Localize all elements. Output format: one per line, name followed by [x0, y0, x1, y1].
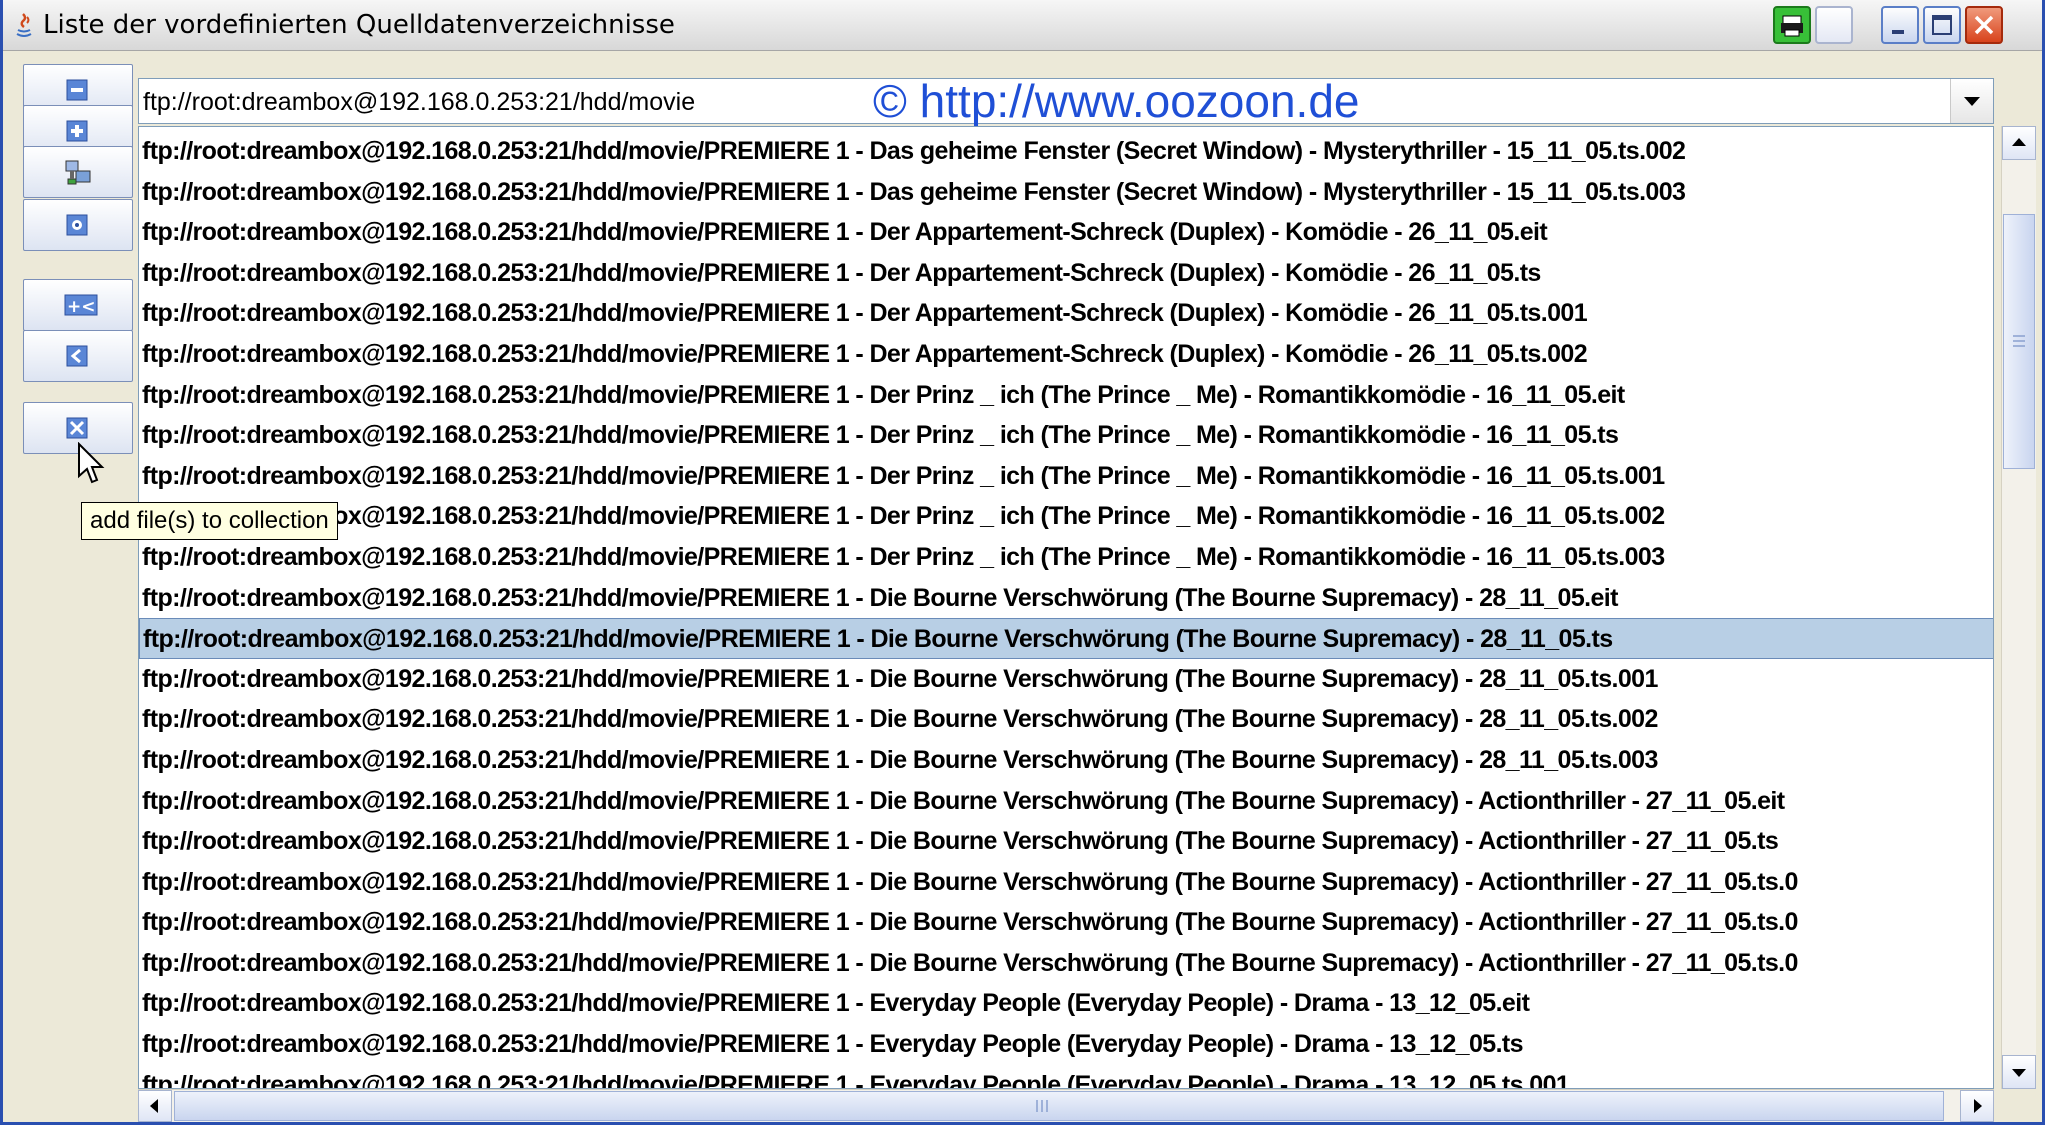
add-files-button[interactable]: +<: [23, 279, 133, 331]
list-item[interactable]: ftp://root:dreambox@192.168.0.253:21/hdd…: [139, 821, 1993, 862]
add-file-icon: [66, 345, 88, 367]
list-item[interactable]: ftp://root:dreambox@192.168.0.253:21/hdd…: [139, 578, 1993, 619]
network-directory-button[interactable]: [23, 146, 133, 198]
list-item[interactable]: ftp://root:dreambox@192.168.0.253:21/hdd…: [139, 456, 1993, 497]
grip-icon: [2013, 335, 2025, 347]
list-item[interactable]: ftp://root:dreambox@192.168.0.253:21/hdd…: [139, 699, 1993, 740]
list-item[interactable]: ftp://root:dreambox@192.168.0.253:21/hdd…: [139, 983, 1993, 1024]
list-item[interactable]: ftp://root:dreambox@192.168.0.253:21/hdd…: [139, 1065, 1993, 1088]
add-directory-icon: [66, 120, 88, 142]
refresh-button[interactable]: [23, 199, 133, 251]
list-item[interactable]: ftp://root:dreambox@192.168.0.253:21/hdd…: [139, 496, 1993, 537]
list-item[interactable]: ftp://root:dreambox@192.168.0.253:21/hdd…: [139, 902, 1993, 943]
list-item[interactable]: ftp://root:dreambox@192.168.0.253:21/hdd…: [139, 293, 1993, 334]
tooltip: add file(s) to collection: [81, 502, 338, 540]
network-directory-icon: [65, 160, 91, 185]
remove-file-icon: [66, 417, 88, 439]
file-list-rows: ftp://root:dreambox@192.168.0.253:21/hdd…: [139, 131, 1993, 1088]
chevron-down-icon: [1964, 97, 1980, 106]
arrow-right-icon: [1974, 1099, 1982, 1113]
list-item[interactable]: ftp://root:dreambox@192.168.0.253:21/hdd…: [139, 131, 1993, 172]
list-item-selected[interactable]: ftp://root:dreambox@192.168.0.253:21/hdd…: [139, 618, 1993, 659]
list-item[interactable]: ftp://root:dreambox@192.168.0.253:21/hdd…: [139, 415, 1993, 456]
blank-icon[interactable]: [1815, 6, 1853, 44]
grip-icon: [1036, 1100, 1048, 1112]
add-files-icon: +<: [64, 294, 98, 317]
scroll-right-button[interactable]: [1960, 1090, 1994, 1122]
mouse-cursor-icon: [78, 442, 105, 484]
svg-text:+<: +<: [67, 297, 96, 317]
remove-directory-icon: [66, 79, 88, 101]
list-item[interactable]: ftp://root:dreambox@192.168.0.253:21/hdd…: [139, 375, 1993, 416]
horizontal-scrollbar[interactable]: [138, 1089, 1994, 1122]
vertical-scroll-thumb[interactable]: [2003, 214, 2035, 469]
window-title: Liste der vordefinierten Quelldatenverze…: [43, 10, 675, 40]
vertical-scrollbar[interactable]: [2001, 126, 2036, 1089]
add-file-button[interactable]: [23, 330, 133, 382]
list-item[interactable]: ftp://root:dreambox@192.168.0.253:21/hdd…: [139, 212, 1993, 253]
watermark: © http://www.oozoon.de: [873, 75, 1360, 127]
toolbar: +<: [3, 51, 138, 1125]
list-item[interactable]: ftp://root:dreambox@192.168.0.253:21/hdd…: [139, 253, 1993, 294]
scroll-up-button[interactable]: [2002, 126, 2036, 160]
list-item[interactable]: ftp://root:dreambox@192.168.0.253:21/hdd…: [139, 537, 1993, 578]
list-item[interactable]: ftp://root:dreambox@192.168.0.253:21/hdd…: [139, 1024, 1993, 1065]
combobox-value: ftp://root:dreambox@192.168.0.253:21/hdd…: [143, 88, 696, 116]
list-item[interactable]: ftp://root:dreambox@192.168.0.253:21/hdd…: [139, 781, 1993, 822]
title-bar[interactable]: Liste der vordefinierten Quelldatenverze…: [3, 0, 2042, 51]
arrow-left-icon: [150, 1099, 158, 1113]
list-item[interactable]: ftp://root:dreambox@192.168.0.253:21/hdd…: [139, 659, 1993, 700]
combobox-dropdown-button[interactable]: [1950, 79, 1993, 123]
refresh-icon: [66, 214, 88, 236]
maximize-icon[interactable]: [1923, 6, 1961, 44]
list-item[interactable]: ftp://root:dreambox@192.168.0.253:21/hdd…: [139, 740, 1993, 781]
file-list[interactable]: ftp://root:dreambox@192.168.0.253:21/hdd…: [138, 126, 1994, 1089]
horizontal-scroll-thumb[interactable]: [174, 1091, 1944, 1121]
close-icon[interactable]: [1965, 6, 2003, 44]
print-icon[interactable]: [1773, 6, 1811, 44]
list-item[interactable]: ftp://root:dreambox@192.168.0.253:21/hdd…: [139, 334, 1993, 375]
list-item[interactable]: ftp://root:dreambox@192.168.0.253:21/hdd…: [139, 862, 1993, 903]
list-item[interactable]: ftp://root:dreambox@192.168.0.253:21/hdd…: [139, 172, 1993, 213]
scroll-down-button[interactable]: [2002, 1055, 2036, 1089]
java-icon: [16, 13, 32, 37]
arrow-down-icon: [2012, 1069, 2026, 1077]
minimize-icon[interactable]: [1881, 6, 1919, 44]
list-item[interactable]: ftp://root:dreambox@192.168.0.253:21/hdd…: [139, 943, 1993, 984]
arrow-up-icon: [2012, 138, 2026, 146]
directory-list-window: Liste der vordefinierten Quelldatenverze…: [0, 0, 2045, 1125]
scroll-left-button[interactable]: [138, 1090, 172, 1122]
